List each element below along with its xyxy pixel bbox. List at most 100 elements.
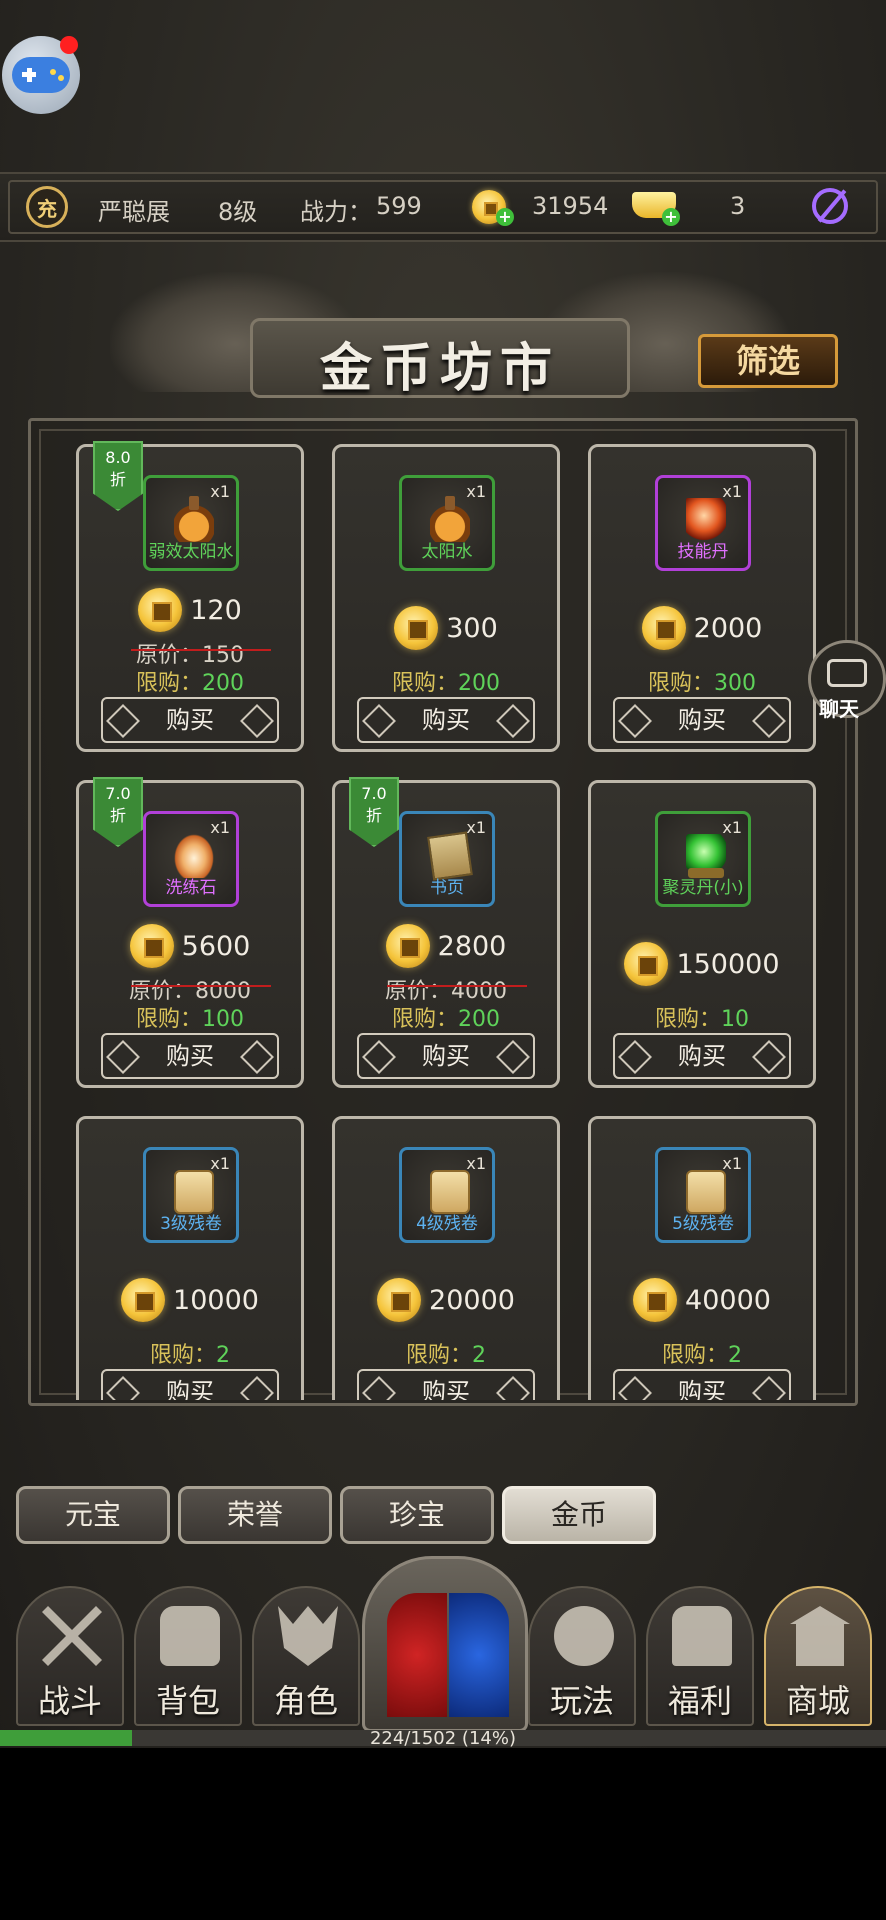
shop-item-card[interactable]: 7.0 折 x1 书页 2800 原价：4000 限购：200 购买 xyxy=(332,777,560,1088)
gold-coin-icon xyxy=(633,1278,678,1322)
purchase-limit: 限购：2 xyxy=(661,1343,742,1368)
sword-slash-icon xyxy=(554,1606,614,1666)
scroll-icon xyxy=(430,1170,470,1214)
shop-item-card[interactable]: 7.0 折 x1 洗练石 5600 原价：8000 限购：100 购买 xyxy=(76,777,304,1088)
gold-coin-icon xyxy=(121,1278,166,1322)
chat-button[interactable]: 聊天 xyxy=(808,640,886,721)
network-status-icon[interactable] xyxy=(812,188,848,224)
buy-button[interactable]: 购买 xyxy=(101,697,279,743)
nav-item[interactable]: 角色 xyxy=(252,1586,360,1726)
nav-item[interactable]: 福利 xyxy=(646,1586,754,1726)
floating-gamepad-button[interactable] xyxy=(2,36,80,114)
nav-label: 玩法 xyxy=(549,1682,614,1720)
item-quantity: x1 xyxy=(210,1154,230,1173)
gold-coin-icon xyxy=(138,588,183,632)
item-icon-frame[interactable]: x1 技能丹 xyxy=(655,475,751,571)
item-price: 20000 xyxy=(429,1284,515,1316)
filter-button[interactable]: 筛选 xyxy=(698,334,838,388)
price-row: 40000 xyxy=(591,1277,813,1323)
buy-button[interactable]: 购买 xyxy=(613,1033,791,1079)
price-row: 2800 xyxy=(335,923,557,969)
price-row: 2000 xyxy=(591,605,813,651)
tab-currency[interactable]: 珍宝 xyxy=(340,1486,494,1544)
notification-dot xyxy=(60,36,78,54)
add-ingots-button[interactable]: + xyxy=(662,208,680,226)
green-icon xyxy=(686,834,726,878)
purchase-limit: 限购：2 xyxy=(405,1343,486,1368)
gold-coin-icon xyxy=(377,1278,422,1322)
potion-icon xyxy=(174,496,214,542)
nav-item[interactable]: 战斗 xyxy=(16,1586,124,1726)
purchase-limit: 限购：200 xyxy=(391,671,500,696)
power-label: 战力： xyxy=(300,198,372,226)
purchase-limit: 限购：300 xyxy=(647,671,756,696)
page-title: 金币坊市 xyxy=(319,339,560,399)
shop-item-card[interactable]: x1 技能丹 2000 限购：300 购买 xyxy=(588,444,816,752)
coin-balance: 31954 xyxy=(532,192,609,220)
nav-label: 角色 xyxy=(273,1682,338,1720)
item-icon-frame[interactable]: x1 5级残卷 xyxy=(655,1147,751,1243)
nav-item[interactable]: 背包 xyxy=(134,1586,242,1726)
item-name: 太阳水 xyxy=(421,542,473,562)
item-icon-frame[interactable]: x1 洗练石 xyxy=(143,811,239,907)
bottom-blank-area xyxy=(0,1748,886,1920)
shop-item-card[interactable]: x1 5级残卷 40000 限购：2 购买 xyxy=(588,1116,816,1400)
swords-icon xyxy=(42,1606,102,1666)
item-quantity: x1 xyxy=(466,818,486,837)
shop-item-card[interactable]: x1 3级残卷 10000 限购：2 购买 xyxy=(76,1116,304,1400)
nav-item[interactable]: 商城 xyxy=(764,1586,872,1726)
item-icon-frame[interactable]: x1 书页 xyxy=(399,811,495,907)
helmet-icon xyxy=(278,1606,338,1666)
shop-item-card[interactable]: x1 太阳水 300 限购：200 购买 xyxy=(332,444,560,752)
recharge-button[interactable]: 充 xyxy=(26,186,68,228)
buy-button[interactable]: 购买 xyxy=(357,697,535,743)
item-price: 2800 xyxy=(437,930,507,962)
item-icon-frame[interactable]: x1 太阳水 xyxy=(399,475,495,571)
discount-badge: 7.0 折 xyxy=(349,777,399,847)
item-quantity: x1 xyxy=(466,1154,486,1173)
item-price: 5600 xyxy=(181,930,251,962)
item-icon-frame[interactable]: x1 聚灵丹(小) xyxy=(655,811,751,907)
item-name: 4级残卷 xyxy=(416,1214,478,1234)
item-name: 5级残卷 xyxy=(672,1214,734,1234)
item-icon-frame[interactable]: x1 弱效太阳水 xyxy=(143,475,239,571)
shop-pavilion-icon xyxy=(790,1606,850,1666)
item-price: 150000 xyxy=(676,948,780,980)
shop-item-card[interactable]: 8.0 折 x1 弱效太阳水 120 原价：150 限购：200 购买 xyxy=(76,441,304,752)
item-price: 2000 xyxy=(693,612,763,644)
stone-icon xyxy=(174,834,214,878)
shop-item-card[interactable]: x1 聚灵丹(小) 150000 限购：10 购买 xyxy=(588,780,816,1088)
shop-item-card[interactable]: x1 4级残卷 20000 限购：2 购买 xyxy=(332,1116,560,1400)
buy-button[interactable]: 购买 xyxy=(101,1369,279,1400)
item-price: 300 xyxy=(446,612,498,644)
item-price: 120 xyxy=(190,594,242,626)
buy-button[interactable]: 购买 xyxy=(357,1033,535,1079)
item-icon-frame[interactable]: x1 4级残卷 xyxy=(399,1147,495,1243)
chat-label: 聊天 xyxy=(819,697,859,721)
nav-label: 战斗 xyxy=(37,1682,102,1720)
add-coins-button[interactable]: + xyxy=(496,208,514,226)
price-row: 5600 xyxy=(79,923,301,969)
gamepad-icon xyxy=(12,57,70,93)
buy-button[interactable]: 购买 xyxy=(101,1033,279,1079)
portal-gate-button[interactable] xyxy=(362,1556,528,1732)
purchase-limit: 限购：2 xyxy=(149,1343,230,1368)
tab-currency[interactable]: 元宝 xyxy=(16,1486,170,1544)
buy-button[interactable]: 购买 xyxy=(613,1369,791,1400)
item-name: 弱效太阳水 xyxy=(148,542,234,562)
ingot-balance: 3 xyxy=(730,192,746,220)
treasure-chest-icon xyxy=(672,1606,732,1666)
tab-currency[interactable]: 荣誉 xyxy=(178,1486,332,1544)
potion-icon xyxy=(430,496,470,542)
purchase-limit: 限购：100 xyxy=(135,1007,244,1032)
discount-badge: 8.0 折 xyxy=(93,441,143,511)
nav-item[interactable]: 玩法 xyxy=(528,1586,636,1726)
buy-button[interactable]: 购买 xyxy=(613,697,791,743)
tab-currency[interactable]: 金币 xyxy=(502,1486,656,1544)
orb-icon xyxy=(686,498,726,542)
price-row: 150000 xyxy=(591,941,813,987)
buy-button[interactable]: 购买 xyxy=(357,1369,535,1400)
price-row: 10000 xyxy=(79,1277,301,1323)
item-icon-frame[interactable]: x1 3级残卷 xyxy=(143,1147,239,1243)
item-grid[interactable]: 8.0 折 x1 弱效太阳水 120 原价：150 限购：200 购买 x1 太… xyxy=(60,440,840,1400)
